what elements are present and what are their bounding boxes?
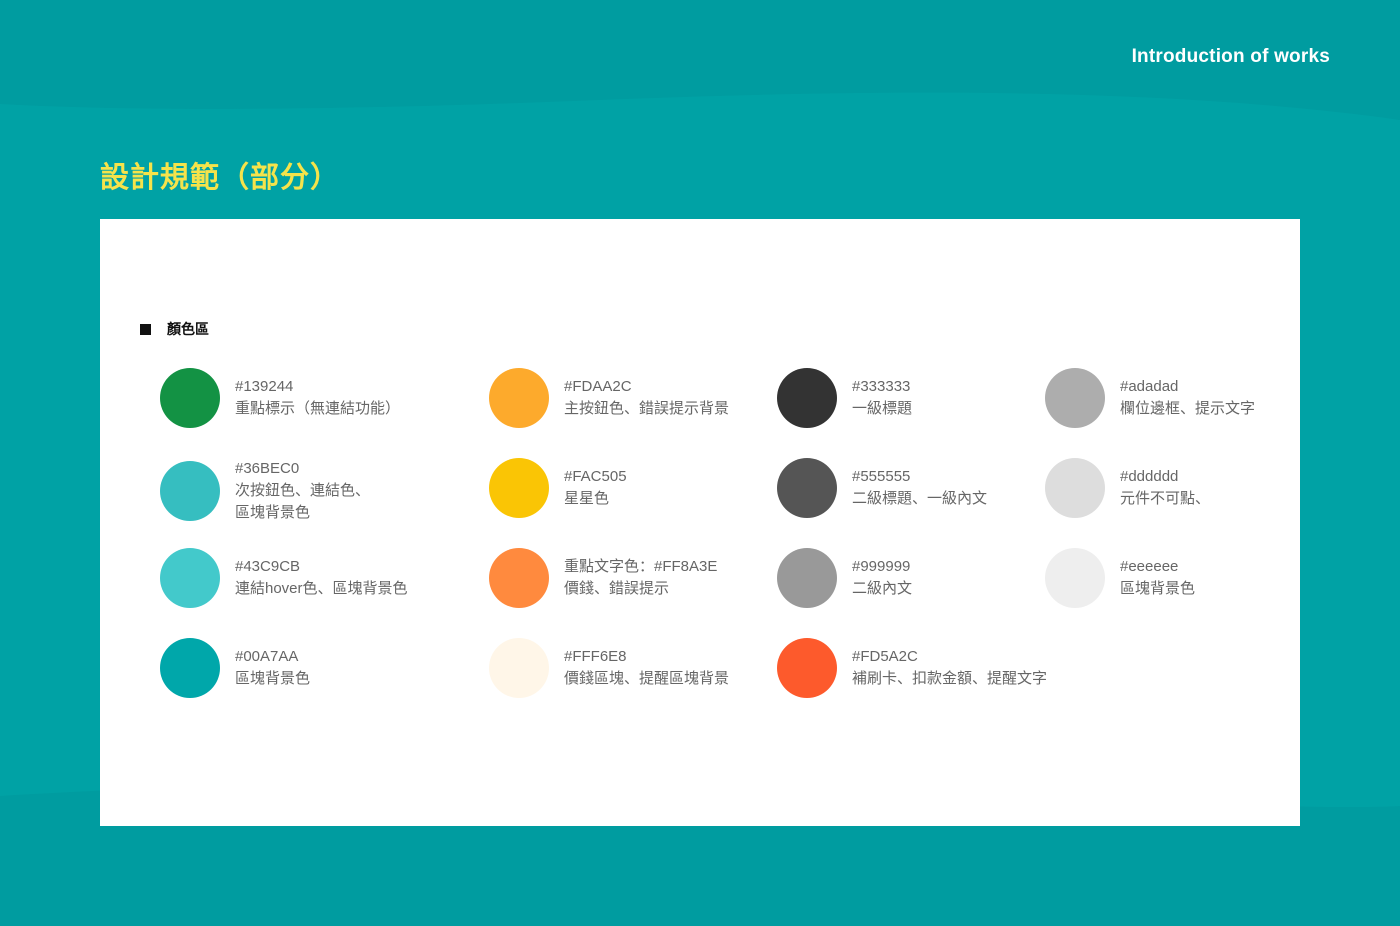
swatch-circle	[160, 548, 220, 608]
square-bullet-icon	[140, 323, 151, 335]
swatch-code: #999999	[852, 558, 911, 575]
swatch-usage: 重點標示（無連結功能）	[235, 400, 401, 417]
color-swatch: #999999 二級內文	[777, 548, 912, 608]
swatch-text: #FAC505 星星色	[564, 466, 627, 510]
swatch-code: #FD5A2C	[852, 648, 918, 665]
color-swatch: #FFF6E8 價錢區塊、提醒區塊背景	[489, 638, 729, 698]
color-swatch: #FD5A2C 補刷卡、扣款金額、提醒文字	[777, 638, 1047, 698]
swatch-circle	[1045, 548, 1105, 608]
swatch-circle	[1045, 368, 1105, 428]
swatch-code: 重點文字色：#FF8A3E	[564, 558, 718, 575]
color-swatch: #eeeeee 區塊背景色	[1045, 548, 1195, 608]
swatch-text: #999999 二級內文	[852, 556, 912, 600]
header-wave	[0, 0, 1400, 120]
swatch-code: #dddddd	[1120, 468, 1179, 485]
swatch-code: #FDAA2C	[564, 378, 632, 395]
swatch-usage: 補刷卡、扣款金額、提醒文字	[852, 670, 1048, 687]
swatch-circle	[777, 368, 837, 428]
swatch-circle	[489, 368, 549, 428]
color-swatch: #139244 重點標示（無連結功能）	[160, 368, 400, 428]
swatch-code: #FFF6E8	[564, 648, 627, 665]
swatch-circle	[777, 548, 837, 608]
swatch-usage: 價錢、錯誤提示	[564, 580, 670, 597]
swatch-usage: 次按鈕色、連結色、	[235, 482, 371, 499]
swatch-text: #FD5A2C 補刷卡、扣款金額、提醒文字	[852, 646, 1047, 690]
swatch-text: #adadad 欄位邊框、提示文字	[1120, 376, 1255, 420]
swatch-usage: 連結hover色、區塊背景色	[235, 580, 408, 597]
swatch-text: #00A7AA 區塊背景色	[235, 646, 310, 690]
swatch-circle	[777, 458, 837, 518]
swatch-code: #139244	[235, 378, 294, 395]
swatch-usage: 二級標題、一級內文	[852, 490, 988, 507]
color-spec-panel: 顏色區 #139244 重點標示（無連結功能） #36BEC0 次按鈕色、連結色、 區塊…	[100, 219, 1300, 826]
swatch-text: #43C9CB 連結hover色、區塊背景色	[235, 556, 408, 600]
swatch-usage: 價錢區塊、提醒區塊背景	[564, 670, 730, 687]
swatch-text: #dddddd 元件不可點、	[1120, 466, 1210, 510]
color-swatch: #555555 二級標題、一級內文	[777, 458, 987, 518]
swatch-text: 重點文字色：#FF8A3E 價錢、錯誤提示	[564, 556, 717, 600]
swatch-usage: 區塊背景色	[1120, 580, 1196, 597]
swatch-usage: 二級內文	[852, 580, 913, 597]
swatch-code: #eeeeee	[1120, 558, 1179, 575]
color-swatch: #adadad 欄位邊框、提示文字	[1045, 368, 1255, 428]
swatch-code: #36BEC0	[235, 460, 300, 477]
swatch-code: #adadad	[1120, 378, 1179, 395]
page-title: 設計規範（部分）	[100, 162, 341, 194]
swatch-usage: 區塊背景色	[235, 670, 311, 687]
swatch-text: #333333 一級標題	[852, 376, 912, 420]
color-swatch: #43C9CB 連結hover色、區塊背景色	[160, 548, 408, 608]
swatch-usage: 元件不可點、	[1120, 490, 1211, 507]
swatch-circle	[489, 458, 549, 518]
swatch-text: #FFF6E8 價錢區塊、提醒區塊背景	[564, 646, 729, 690]
color-swatch: #FAC505 星星色	[489, 458, 627, 518]
swatch-usage: 星星色	[564, 490, 610, 507]
swatch-code: #FAC505	[564, 468, 627, 485]
intro-heading: Introduction of works	[1131, 46, 1330, 67]
color-swatch: #00A7AA 區塊背景色	[160, 638, 310, 698]
swatch-text: #139244 重點標示（無連結功能）	[235, 376, 400, 420]
section-heading: 顏色區	[140, 319, 209, 339]
color-swatch: #FDAA2C 主按鈕色、錯誤提示背景	[489, 368, 729, 428]
swatch-usage: 一級標題	[852, 400, 913, 417]
swatch-code: #555555	[852, 468, 911, 485]
color-swatch: #333333 一級標題	[777, 368, 912, 428]
swatch-usage: 欄位邊框、提示文字	[1120, 400, 1256, 417]
swatch-text: #FDAA2C 主按鈕色、錯誤提示背景	[564, 376, 729, 420]
swatch-circle	[489, 548, 549, 608]
swatch-code: #00A7AA	[235, 648, 299, 665]
section-title: 顏色區	[167, 321, 209, 337]
swatch-text: #eeeeee 區塊背景色	[1120, 556, 1195, 600]
swatch-circle	[777, 638, 837, 698]
swatch-circle	[160, 461, 220, 521]
color-swatch: #dddddd 元件不可點、	[1045, 458, 1210, 518]
swatch-usage: 區塊背景色	[235, 504, 311, 521]
swatch-code: #333333	[852, 378, 911, 395]
swatch-circle	[489, 638, 549, 698]
color-swatch: #36BEC0 次按鈕色、連結色、 區塊背景色	[160, 458, 370, 524]
swatch-circle	[160, 638, 220, 698]
swatch-text: #36BEC0 次按鈕色、連結色、 區塊背景色	[235, 458, 370, 524]
swatch-circle	[1045, 458, 1105, 518]
swatch-text: #555555 二級標題、一級內文	[852, 466, 987, 510]
color-swatch: 重點文字色：#FF8A3E 價錢、錯誤提示	[489, 548, 717, 608]
swatch-usage: 主按鈕色、錯誤提示背景	[564, 400, 730, 417]
swatch-code: #43C9CB	[235, 558, 301, 575]
swatch-circle	[160, 368, 220, 428]
